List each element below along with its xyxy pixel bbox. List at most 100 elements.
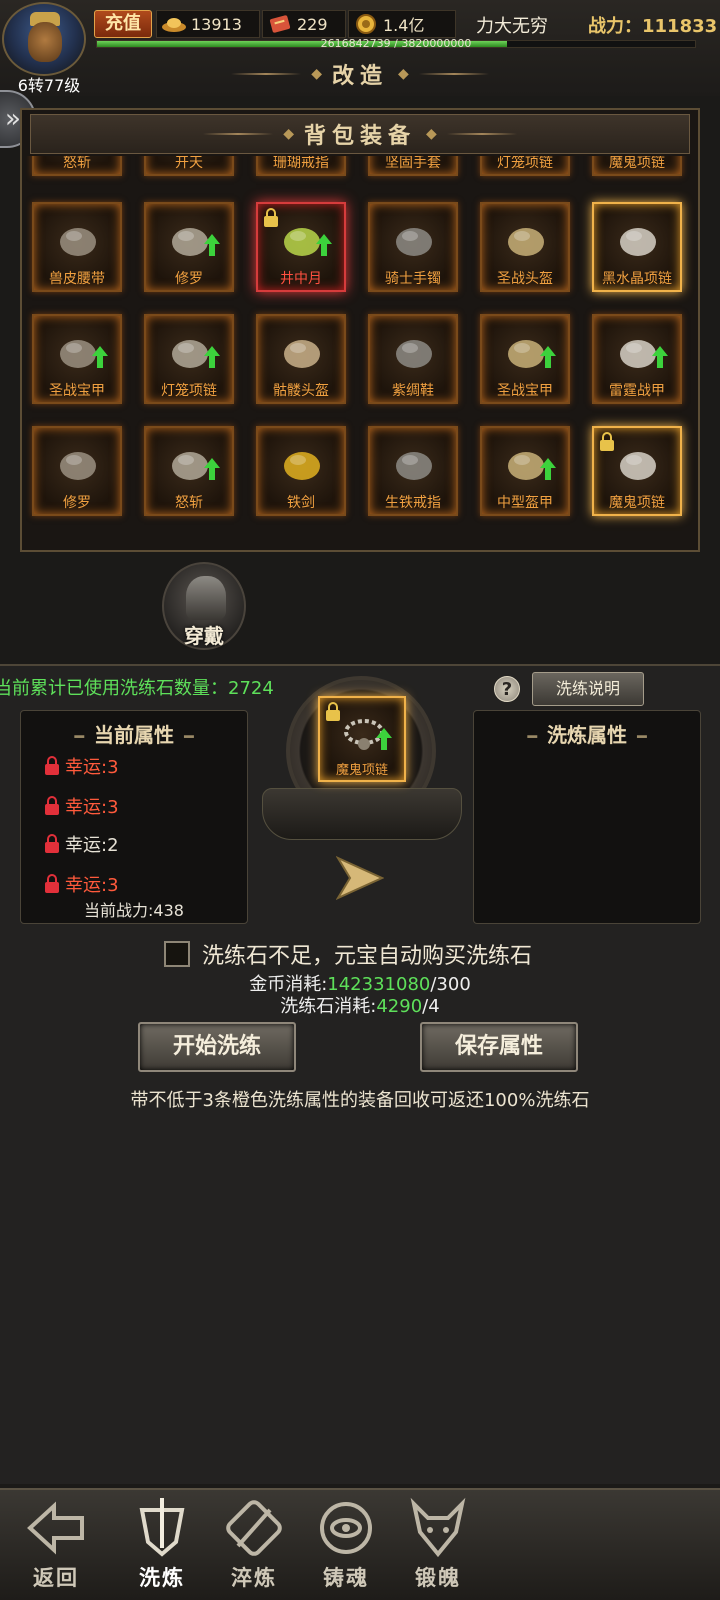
equipment-icon	[284, 340, 320, 368]
wear-button-label: 穿戴	[184, 624, 224, 648]
upgrade-arrow-icon	[316, 234, 332, 256]
refine-stone-count: 当前累计已使用洗练石数量：2724	[0, 678, 274, 699]
equipment-icon	[620, 452, 656, 480]
equipment-slot[interactable]: 铁剑	[256, 426, 346, 516]
attribute-line: 幸运:3	[43, 753, 119, 779]
equipment-slot[interactable]: 魔鬼项链	[592, 426, 682, 516]
bag-title-line-left	[203, 133, 274, 135]
exp-text: 2616842739 / 3820000000	[320, 37, 472, 50]
page-title-text: 改造	[331, 64, 388, 89]
top-hud: 6转77级 充值 13913 229 1.4亿 力大无穷 战力：111833 2…	[0, 0, 720, 96]
equipment-slot[interactable]: 紫绸鞋	[368, 314, 458, 404]
lock-icon	[600, 432, 614, 451]
equipment-slot[interactable]: 生铁戒指	[368, 426, 458, 516]
bag-title-diamond-right: ◆	[426, 126, 437, 142]
auto-buy-option[interactable]: 洗练石不足，元宝自动购买洗练石	[164, 938, 532, 970]
equipment-name: 铁剑	[287, 495, 315, 511]
equipment-slot[interactable]: 井中月	[256, 202, 346, 292]
refine-attributes-box: ━ 洗炼属性 ━	[473, 710, 701, 924]
upgrade-arrow-icon	[376, 728, 392, 750]
equipment-slot[interactable]: 兽皮腰带	[32, 202, 122, 292]
tab-refine[interactable]: 洗炼	[120, 1496, 204, 1596]
equipment-icon	[620, 228, 656, 256]
equipment-slot[interactable]: 灯笼项链	[144, 314, 234, 404]
current-power: 当前战力:438	[84, 901, 184, 920]
selected-equipment-slot[interactable]: 魔鬼项链	[318, 696, 406, 782]
gold-value: 1.4亿	[383, 16, 425, 35]
equipment-name: 开天	[175, 156, 203, 171]
dash-right: ━	[184, 727, 194, 746]
equipment-name: 坚固手套	[385, 156, 441, 171]
bag-grid[interactable]: 怒斩 开天 珊瑚戒指 坚固手套 灯笼项链 魔鬼项链 兽皮腰带 修罗 井中月 骑士手镯 圣战头盔 黑水晶…	[26, 156, 696, 550]
equipment-name: 灯笼项链	[497, 156, 553, 171]
equipment-name: 怒斩	[175, 495, 203, 511]
attribute-text: 幸运:2	[65, 835, 119, 856]
equipment-name: 井中月	[280, 271, 322, 287]
equipment-name: 圣战宝甲	[497, 383, 553, 399]
equipment-slot[interactable]: 修罗	[144, 202, 234, 292]
auto-buy-checkbox[interactable]	[164, 941, 190, 967]
lock-icon	[45, 874, 59, 893]
equipment-slot[interactable]: 骑士手镯	[368, 202, 458, 292]
stone-cost-have: 4290	[376, 996, 423, 1017]
title-line-left	[231, 73, 302, 75]
equipment-icon	[60, 452, 96, 480]
equipment-slot[interactable]: 圣战宝甲	[32, 314, 122, 404]
player-name: 力大无穷	[476, 16, 548, 37]
equipment-name: 黑水晶项链	[602, 271, 672, 287]
stone-cost: 洗练石消耗:4290/4	[0, 992, 720, 1018]
equipment-slot[interactable]: 珊瑚戒指	[256, 156, 346, 176]
demon-pedestal	[262, 788, 462, 840]
equipment-slot[interactable]: 黑水晶项链	[592, 202, 682, 292]
equipment-slot[interactable]: 坚固手套	[368, 156, 458, 176]
equipment-slot[interactable]: 修罗	[32, 426, 122, 516]
tab-forge-label: 锻魄	[415, 1566, 461, 1590]
current-attributes-title-text: 当前属性	[94, 723, 174, 747]
recharge-button[interactable]: 充值	[94, 10, 152, 38]
title-diamond-left: ◆	[311, 66, 322, 82]
tab-temper-label: 淬炼	[231, 1566, 277, 1590]
current-attributes-title: ━ 当前属性 ━	[21, 719, 247, 748]
start-refine-button[interactable]: 开始洗练	[138, 1022, 296, 1072]
lock-icon	[264, 208, 278, 227]
dash-left: ━	[527, 727, 537, 746]
equipment-slot[interactable]: 开天	[144, 156, 234, 176]
gold-coin-icon	[353, 13, 379, 35]
equipment-icon	[508, 228, 544, 256]
upgrade-arrow-icon	[92, 346, 108, 368]
upgrade-arrow-icon	[540, 346, 556, 368]
save-attributes-button[interactable]: 保存属性	[420, 1022, 578, 1072]
upgrade-arrow-icon	[540, 458, 556, 480]
selected-equipment-name: 魔鬼项链	[335, 763, 388, 778]
demon-head-icon	[410, 1497, 466, 1558]
tab-soul[interactable]: 铸魂	[304, 1496, 388, 1596]
equipment-slot[interactable]: 怒斩	[32, 156, 122, 176]
lock-icon	[45, 796, 59, 815]
bag-title-diamond-left: ◆	[283, 126, 294, 142]
equipment-icon	[60, 228, 96, 256]
equipment-name: 修罗	[175, 271, 203, 287]
stone-cost-need: /4	[422, 996, 440, 1017]
title-line-right	[418, 73, 489, 75]
bag-panel: ◆ 背包装备 ◆ 怒斩 开天 珊瑚戒指 坚固手套 灯笼项链 魔鬼项链 兽皮腰带 修罗 井中月 骑士…	[20, 108, 700, 552]
equipment-slot[interactable]: 骷髅头盔	[256, 314, 346, 404]
attribute-text: 幸运:3	[65, 875, 119, 896]
equipment-slot[interactable]: 灯笼项链	[480, 156, 570, 176]
equipment-slot[interactable]: 圣战宝甲	[480, 314, 570, 404]
help-icon[interactable]: ?	[494, 676, 520, 702]
tab-back-label: 返回	[33, 1566, 79, 1590]
equipment-slot[interactable]: 圣战头盔	[480, 202, 570, 292]
attribute-line: 幸运:3	[43, 793, 119, 819]
tab-back[interactable]: 返回	[14, 1496, 98, 1596]
wear-button[interactable]: 穿戴	[162, 562, 246, 650]
dash-left: ━	[74, 727, 84, 746]
refine-description-button[interactable]: 洗练说明	[532, 672, 644, 706]
equipment-slot[interactable]: 怒斩	[144, 426, 234, 516]
attribute-line: 幸运:2	[43, 831, 119, 857]
equipment-slot[interactable]: 雷霆战甲	[592, 314, 682, 404]
stone-cost-label: 洗练石消耗:	[280, 996, 377, 1017]
tab-temper[interactable]: 淬炼	[212, 1496, 296, 1596]
tab-forge[interactable]: 锻魄	[396, 1496, 480, 1596]
equipment-slot[interactable]: 中型盔甲	[480, 426, 570, 516]
equipment-slot[interactable]: 魔鬼项链	[592, 156, 682, 176]
